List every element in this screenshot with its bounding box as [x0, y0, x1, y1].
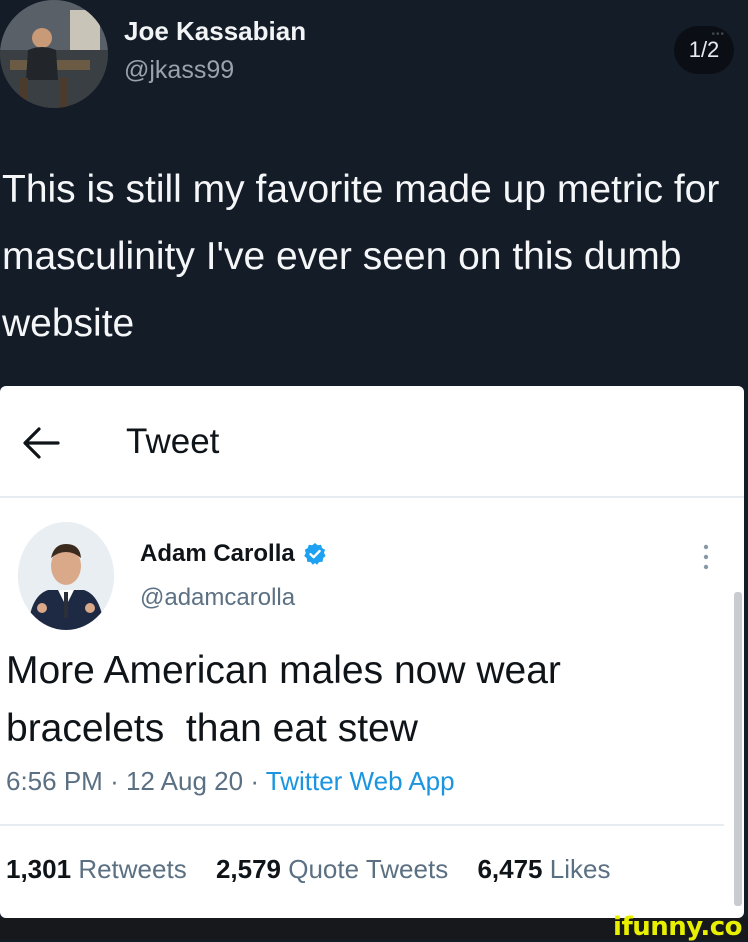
tweet-date[interactable]: 12 Aug 20: [126, 766, 243, 796]
author-name-row[interactable]: Adam Carolla: [140, 540, 327, 568]
likes-label: Likes: [549, 854, 611, 884]
tweet-time: 6:56 PM: [6, 766, 103, 796]
separator: ·: [110, 766, 119, 796]
tweet-source-link[interactable]: Twitter Web App: [266, 766, 455, 796]
avatar-photo: [18, 522, 114, 630]
tweet-meta: 6:56 PM · 12 Aug 20 · Twitter Web App: [6, 766, 455, 797]
quote-tweets-stat[interactable]: 2,579 Quote Tweets: [216, 854, 448, 884]
avatar-photo: [0, 0, 108, 108]
retweets-label: Retweets: [78, 854, 187, 884]
scrollbar[interactable]: [734, 592, 742, 906]
ifunny-watermark: ifunny.co: [613, 912, 742, 942]
tweet-text-line: More American males now wear: [6, 649, 561, 692]
page-title: Tweet: [126, 422, 220, 461]
tweet-stats: 1,301 Retweets 2,579 Quote Tweets 6,475 …: [6, 854, 632, 885]
avatar[interactable]: [18, 522, 114, 630]
likes-stat[interactable]: 6,475 Likes: [477, 854, 610, 884]
page-indicator-badge: ••• 1/2: [674, 26, 734, 74]
quote-tweets-label: Quote Tweets: [288, 854, 449, 884]
divider: [0, 824, 724, 826]
more-options-icon[interactable]: [698, 542, 714, 572]
tweet-page-header: Tweet: [0, 386, 744, 498]
author-name[interactable]: Adam Carolla: [140, 540, 295, 568]
tweet-text-line: bracelets than eat stew: [6, 707, 418, 750]
quote-tweets-count: 2,579: [215, 854, 282, 884]
tweet-text: This is still my favorite made up metric…: [2, 168, 720, 345]
verified-badge-icon: [303, 543, 326, 565]
separator: ·: [250, 766, 259, 796]
likes-count: 6,475: [477, 854, 543, 884]
page-indicator-text: 1/2: [688, 37, 720, 62]
retweets-stat[interactable]: 1,301 Retweets: [6, 854, 187, 884]
embedded-tweet-card: Tweet Adam Carolla @adamcarolla More Ame…: [0, 386, 744, 918]
dots-icon: •••: [711, 29, 725, 40]
avatar[interactable]: [0, 0, 108, 108]
author-handle[interactable]: @adamcarolla: [140, 584, 295, 612]
retweets-count: 1,301: [6, 854, 72, 884]
outer-tweet-header: Joe Kassabian @jkass99 ••• 1/2: [0, 0, 748, 120]
author-handle[interactable]: @jkass99: [124, 56, 234, 85]
back-arrow-icon[interactable]: [22, 426, 60, 460]
embedded-tweet-text: More American males now wear bracelets t…: [6, 642, 726, 758]
author-name[interactable]: Joe Kassabian: [124, 16, 306, 47]
